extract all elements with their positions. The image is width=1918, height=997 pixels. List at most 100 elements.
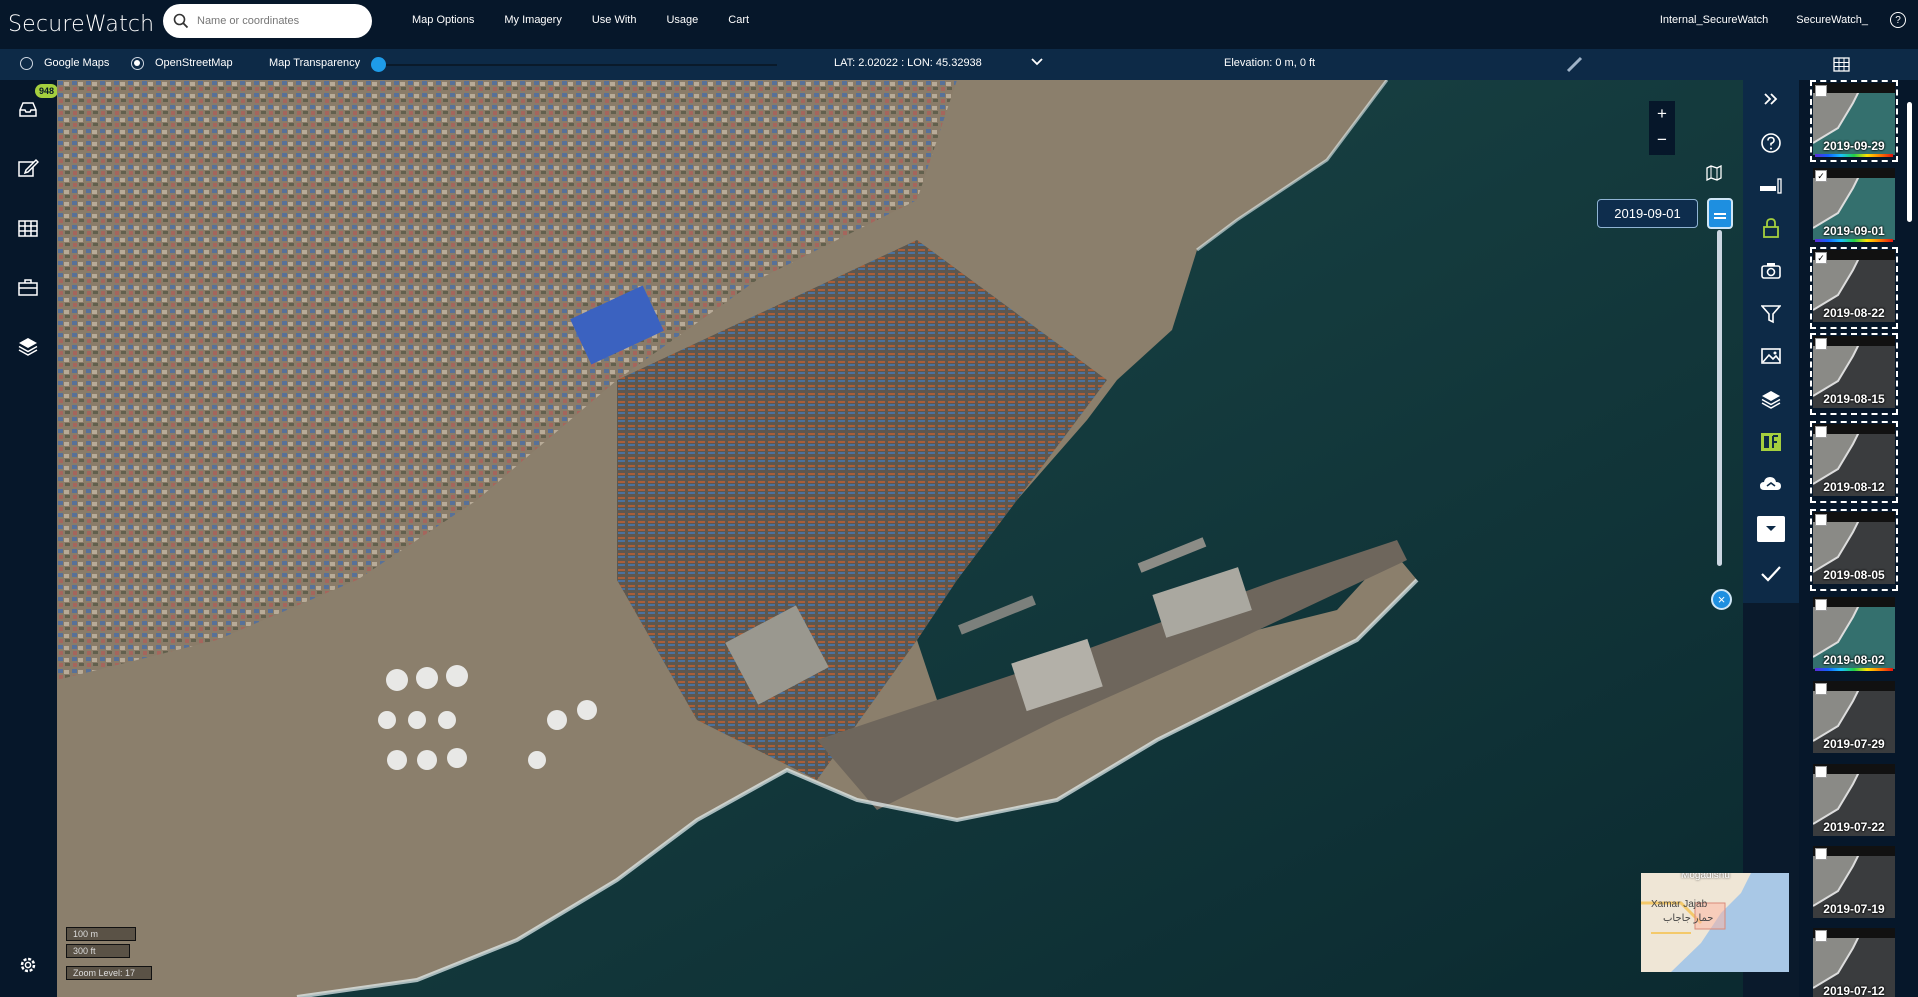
thumbnail-checkbox[interactable] [1815,930,1827,942]
thumbnail-card[interactable]: 2019-07-12 [1813,928,1895,997]
top-bar: SecureWatch Map Options My Imagery Use W… [0,0,1918,49]
spectral-band-bar [1815,239,1893,242]
transparency-slider-track[interactable] [375,64,777,66]
thumbnail-card[interactable]: ✓ 2019-08-22 [1810,247,1898,329]
minimap-label-arabic: حمار جاجاب [1663,913,1714,924]
menu-map-options[interactable]: Map Options [412,14,474,26]
main-menu: Map Options My Imagery Use With Usage Ca… [412,0,779,40]
thumbnail-date: 2019-07-12 [1823,984,1885,997]
thumbnail-date: 2019-08-12 [1823,480,1885,494]
scale-bar-meters: 100 m [66,927,136,941]
thumbnail-card[interactable]: 2019-08-12 [1810,421,1898,503]
expand-panel-icon[interactable] [1757,85,1785,113]
settings-gear-icon[interactable] [17,954,39,976]
grid-icon[interactable] [1833,56,1850,73]
thumbnail-card[interactable]: 2019-08-05 [1810,509,1898,591]
menu-my-imagery[interactable]: My Imagery [504,14,561,26]
confirm-checkmark-icon[interactable] [1757,560,1785,588]
scale-bar-feet: 300 ft [66,944,130,958]
map-options-bar: Google Maps OpenStreetMap Map Transparen… [0,49,1918,80]
thumbnail-card[interactable]: 2019-07-22 [1813,764,1895,840]
thumbnail-card[interactable]: ✓ 2019-09-01 [1813,168,1895,244]
minimap-label-xamar: Xamar Jajab [1651,899,1708,910]
help-circle-icon[interactable] [1757,129,1785,157]
overview-minimap[interactable]: Mogadishu Xamar Jajab حمار جاجاب [1641,873,1789,972]
cloud-icon[interactable] [1757,470,1785,498]
google-maps-radio[interactable] [20,57,33,70]
google-maps-label: Google Maps [44,57,110,69]
edit-icon[interactable] [17,157,39,179]
openstreetmap-radio[interactable] [131,57,144,70]
thumbnail-checkbox[interactable]: ✓ [1815,252,1827,264]
layers-icon[interactable] [17,335,39,357]
camera-icon[interactable] [1757,257,1785,285]
thumbnail-card[interactable]: 2019-08-15 [1810,333,1898,415]
coordinates-readout: LAT: 2.02022 : LON: 45.32938 [834,57,982,69]
close-icon[interactable]: × [1711,589,1732,610]
lock-icon[interactable] [1757,214,1785,242]
zoom-out-button[interactable]: − [1649,127,1675,153]
filter-icon[interactable] [1757,300,1785,328]
thumbnail-date: 2019-07-29 [1823,737,1885,751]
brightness-ramp-icon[interactable] [1757,172,1785,200]
map-book-icon[interactable] [1706,165,1722,181]
account-name[interactable]: SecureWatch_ [1796,14,1868,26]
thumbnail-date: 2019-08-15 [1823,392,1885,406]
thumbnail-checkbox[interactable] [1815,514,1827,526]
thumbnail-date: 2019-07-22 [1823,820,1885,834]
menu-usage[interactable]: Usage [666,14,698,26]
user-menu: Internal_SecureWatch SecureWatch_ ? [1632,0,1906,40]
selected-date-label: 2019-09-01 [1597,199,1698,228]
search-icon [173,13,189,29]
org-name[interactable]: Internal_SecureWatch [1660,14,1768,26]
spectral-band-bar [1815,154,1893,157]
imagery-thumbnail-strip: 2019-09-29 ✓ 2019-09-01 ✓ 2019-08-22 2019-08-… [1799,80,1918,997]
satellite-imagery [57,80,1743,997]
menu-cart[interactable]: Cart [728,14,749,26]
inbox-icon[interactable] [17,98,39,120]
thumbnail-card[interactable]: 2019-09-29 [1810,80,1898,162]
thumbnail-checkbox[interactable] [1815,848,1827,860]
left-sidebar [0,80,57,997]
map-transparency-label: Map Transparency [269,57,361,69]
thumbnail-card[interactable]: 2019-07-19 [1813,846,1895,922]
zoom-level-readout: Zoom Level: 17 [66,966,152,980]
thumbnail-checkbox[interactable] [1815,683,1827,695]
ruler-icon[interactable] [1566,56,1583,73]
thumbnail-date: 2019-09-01 [1823,224,1885,238]
dropdown-toggle-icon[interactable] [1757,516,1785,542]
search-input[interactable] [195,14,359,28]
image-icon[interactable] [1757,342,1785,370]
thumbnail-date: 2019-08-02 [1823,653,1885,667]
thumbnail-checkbox[interactable]: ✓ [1815,170,1827,182]
table-icon[interactable] [17,217,39,239]
date-slider-handle[interactable] [1707,198,1733,229]
transparency-slider-handle[interactable] [371,57,386,72]
minimap-label-mogadishu: Mogadishu [1681,873,1730,881]
search-box[interactable] [163,4,372,38]
app-logo[interactable]: SecureWatch [8,12,154,37]
thumbnail-scrollbar[interactable] [1907,102,1912,222]
help-icon[interactable]: ? [1890,12,1906,28]
thumbnail-checkbox[interactable] [1815,338,1827,350]
thumbnail-date: 2019-08-05 [1823,568,1885,582]
right-toolbar [1743,80,1799,603]
thumbnail-checkbox[interactable] [1815,85,1827,97]
thumbnail-checkbox[interactable] [1815,599,1827,611]
thumbnail-date: 2019-09-29 [1823,139,1885,153]
thumbnail-date: 2019-08-22 [1823,306,1885,320]
menu-use-with[interactable]: Use With [592,14,637,26]
compare-split-icon[interactable] [1757,428,1785,456]
briefcase-icon[interactable] [17,276,39,298]
thumbnail-checkbox[interactable] [1815,766,1827,778]
thumbnail-card[interactable]: 2019-07-29 [1813,681,1895,757]
zoom-in-button[interactable]: + [1649,101,1675,127]
elevation-readout: Elevation: 0 m, 0 ft [1224,57,1316,69]
chevron-down-icon[interactable] [1030,55,1044,69]
thumbnail-checkbox[interactable] [1815,426,1827,438]
openstreetmap-label: OpenStreetMap [155,57,233,69]
map-view[interactable]: 100 m 300 ft Zoom Level: 17 [57,80,1743,997]
date-slider-track[interactable] [1717,230,1722,566]
layers-stack-icon[interactable] [1757,385,1785,413]
thumbnail-card[interactable]: 2019-08-02 [1813,597,1895,673]
